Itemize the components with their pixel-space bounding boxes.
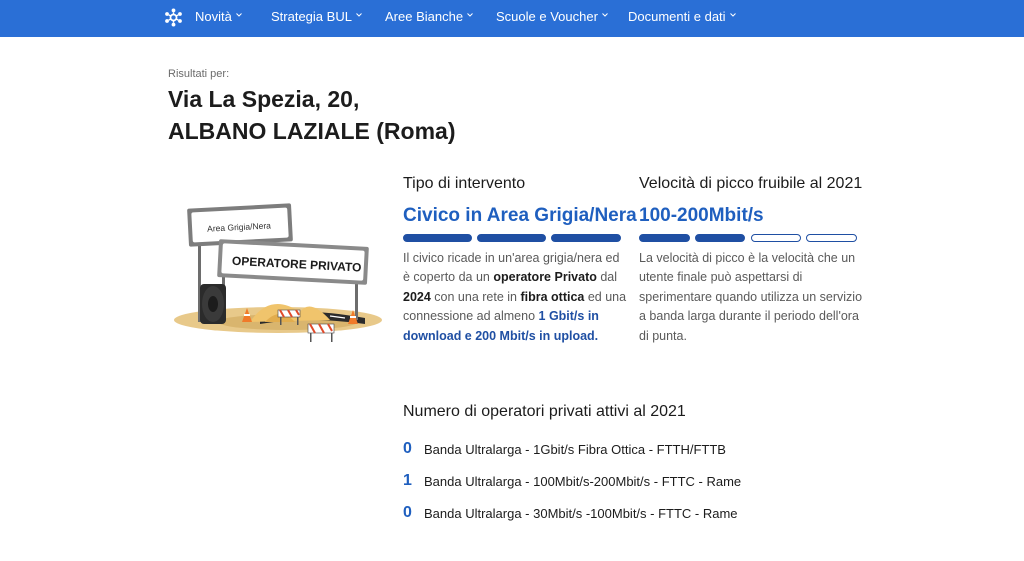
level-bar [551,234,621,242]
top-navbar: Novità Strategia BUL Aree Bianche Scuole… [0,0,1024,37]
desc-bold-fibra: fibra ottica [520,289,585,304]
results-label: Risultati per: [168,68,230,80]
intervento-value: Civico in Area Grigia/Nera [403,205,637,226]
desc-text: con una rete in [430,289,521,304]
level-bar [751,234,801,242]
level-bar [695,234,745,242]
velocita-title: Velocità di picco fruibile al 2021 [639,175,863,192]
nav-item-documenti-dati[interactable]: Documenti e dati [628,9,737,25]
nav-item-strategia-bul[interactable]: Strategia BUL [271,9,363,25]
nav-item-label: Strategia BUL [271,9,352,24]
velocita-level-bars [639,234,859,244]
page-title: Via La Spezia, 20, ALBANO LAZIALE (Roma) [168,83,455,147]
operator-technology: Banda Ultralarga - 30Mbit/s -100Mbit/s -… [424,506,738,521]
level-bar [806,234,857,242]
chevron-down-icon [236,13,242,17]
nav-item-scuole-voucher[interactable]: Scuole e Voucher [496,9,609,25]
address-line-street: Via La Spezia, 20, [168,86,360,112]
operator-technology: Banda Ultralarga - 100Mbit/s-200Mbit/s -… [424,474,742,489]
level-bar [403,234,472,242]
operator-count: 1 [403,472,412,489]
nav-item-label: Documenti e dati [628,9,726,24]
desc-bold-year: 2024 [403,289,431,304]
nav-item-novita[interactable]: Novità [195,9,243,25]
operator-count: 0 [403,440,412,457]
nav-item-aree-bianche[interactable]: Aree Bianche [385,9,474,25]
operator-technology: Banda Ultralarga - 1Gbit/s Fibra Ottica … [424,442,726,457]
nav-item-label: Aree Bianche [385,9,464,24]
nav-item-label: Novità [195,9,232,24]
chevron-down-icon [602,13,608,17]
velocita-description: La velocità di picco è la velocità che u… [639,251,863,343]
construction-site-illustration: Area Grigia/Nera OPERATORE PRIVATO [174,203,382,342]
desc-bold-operatore: operatore Privato [493,270,597,285]
chevron-down-icon [356,13,362,17]
intervento-description: Il civico ricade in un'area grigia/nera … [403,249,629,346]
operator-count: 0 [403,504,412,521]
operatori-title: Numero di operatori privati attivi al 20… [403,403,686,420]
velocita-value: 100-200Mbit/s [639,205,764,226]
desc-text: dal [596,270,618,285]
level-bar [477,234,546,242]
chevron-down-icon [729,13,736,17]
chevron-down-icon [467,13,473,17]
network-logo-icon[interactable] [164,8,183,27]
level-bar [639,234,690,242]
intervento-title: Tipo di intervento [403,175,526,192]
intervento-level-bars [403,234,623,244]
address-line-city: ALBANO LAZIALE (Roma) [168,118,456,144]
nav-item-label: Scuole e Voucher [496,9,598,24]
